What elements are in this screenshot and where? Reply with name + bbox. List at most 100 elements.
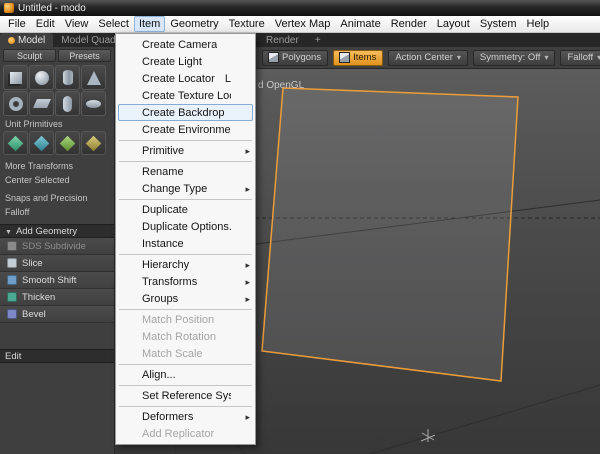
toolbox-row[interactable]: Center Selected (3, 173, 111, 187)
modo-app-icon[interactable] (4, 3, 14, 13)
unit-primitive-icon-2[interactable] (29, 131, 54, 155)
layout-tab-label: Model (18, 35, 45, 46)
toolbox-row[interactable]: Falloff (3, 205, 111, 219)
menu-item[interactable]: Duplicate Options... (116, 218, 255, 235)
geometry-tool-icon (7, 309, 17, 319)
menu-item[interactable]: Set Reference System (116, 387, 255, 404)
viewport-dropdown[interactable]: Symmetry: Off (473, 50, 556, 66)
window-title: Untitled - modo (18, 3, 86, 14)
menu-item[interactable]: Create Texture Locator (116, 87, 255, 104)
disc-icon[interactable] (81, 91, 106, 116)
menu-item[interactable]: Create Backdrop (118, 104, 253, 121)
unit-primitive-icon-1[interactable] (3, 131, 28, 155)
torus-icon[interactable] (3, 91, 28, 116)
menu-item-label: Hierarchy (142, 259, 189, 271)
geometry-tool-label: Smooth Shift (22, 275, 76, 286)
menubar-item[interactable]: Item (134, 16, 165, 32)
menubar-item[interactable]: View (60, 16, 94, 32)
primitive-tool-grid (3, 65, 111, 116)
menu-item[interactable]: Transforms (116, 273, 255, 290)
menubar-item[interactable]: Texture (224, 16, 270, 32)
menu-item[interactable]: Create Environment (116, 121, 255, 138)
layout-tab-icon (8, 37, 15, 44)
menubar-item[interactable]: Layout (432, 16, 475, 32)
viewport-dropdown[interactable]: Falloff (560, 50, 600, 66)
geometry-tool-button[interactable]: Slice (0, 255, 114, 272)
menubar-item[interactable]: Help (522, 16, 555, 32)
menu-item[interactable]: Create Light (116, 53, 255, 70)
viewport-mode-button[interactable]: Polygons (262, 50, 328, 66)
titlebar[interactable]: Untitled - modo (0, 0, 600, 16)
menubar-item[interactable]: Animate (335, 16, 385, 32)
viewport-dropdown[interactable]: Action Center (388, 50, 468, 66)
menu-item[interactable]: Match Position (116, 311, 255, 328)
menu-item[interactable]: Groups (116, 290, 255, 307)
menubar-item[interactable]: Geometry (165, 16, 223, 32)
geometry-tool-button[interactable]: SDS Subdivide (0, 238, 114, 255)
unit-primitive-icon-4[interactable] (81, 131, 106, 155)
menu-item[interactable]: Primitive (116, 142, 255, 159)
menubar-item[interactable]: Vertex Map (270, 16, 336, 32)
menu-item[interactable]: Rename (116, 163, 255, 180)
menu-item[interactable]: Deformers (116, 408, 255, 425)
viewport-mode-label: Items (353, 52, 376, 63)
snap-rows: Snaps and PrecisionFalloff (3, 191, 111, 219)
unit-primitive-icon-3[interactable] (55, 131, 80, 155)
menu-separator (116, 362, 255, 366)
geometry-tool-label: Thicken (22, 292, 55, 303)
menu-item-label: Match Scale (142, 348, 203, 360)
toolbox-top-tabs: SculptPresets (3, 49, 111, 62)
toolbox-row[interactable]: Snaps and Precision (3, 191, 111, 205)
menu-item-shortcut: L (225, 73, 239, 85)
geometry-tool-icon (7, 275, 17, 285)
toolbox-row[interactable]: More Transforms (3, 159, 111, 173)
layout-tab[interactable]: Model Quad (53, 33, 123, 47)
menubar-item[interactable]: Select (93, 16, 134, 32)
geometry-tool-button[interactable]: Thicken (0, 289, 114, 306)
menubar-item[interactable]: Edit (31, 16, 60, 32)
submenu-arrow-icon (239, 276, 250, 288)
menu-item-label: Transforms (142, 276, 197, 288)
edit-header[interactable]: Edit (0, 349, 114, 363)
geometry-tool-label: SDS Subdivide (22, 241, 86, 252)
menu-item[interactable]: Match Rotation (116, 328, 255, 345)
cone-icon[interactable] (81, 65, 106, 90)
menu-item-label: Create Camera (142, 39, 217, 51)
cylinder-icon[interactable] (55, 65, 80, 90)
layout-tab[interactable]: Render (258, 33, 307, 47)
menubar-item[interactable]: File (3, 16, 31, 32)
menu-item[interactable]: Instance (116, 235, 255, 252)
menu-item[interactable]: Change Type (116, 180, 255, 197)
layout-tab[interactable]: Model (0, 33, 53, 47)
add-geometry-header[interactable]: Add Geometry (0, 224, 114, 238)
menu-item[interactable]: Add Replicator (116, 425, 255, 442)
backdrop-plane[interactable] (262, 88, 518, 381)
menu-item-label: Create Locator (142, 73, 215, 85)
menubar-item[interactable]: System (475, 16, 522, 32)
menubar: FileEditViewSelectItemGeometryTextureVer… (0, 16, 600, 33)
capsule-icon[interactable] (55, 91, 80, 116)
toolbox-tab-button[interactable]: Sculpt (3, 49, 56, 62)
menu-item[interactable]: Create Camera (116, 36, 255, 53)
submenu-arrow-icon (239, 411, 250, 423)
layout-tab[interactable]: + (307, 33, 329, 47)
layout-tab-label: Render (266, 35, 299, 46)
cube-icon[interactable] (3, 65, 28, 90)
plane-icon[interactable] (29, 91, 54, 116)
sphere-icon[interactable] (29, 65, 54, 90)
menu-item[interactable]: Match Scale (116, 345, 255, 362)
viewport-mode-button[interactable]: Items (333, 50, 383, 66)
menubar-item[interactable]: Render (386, 16, 432, 32)
menu-item-label: Add Replicator (142, 428, 214, 440)
menu-separator (116, 138, 255, 142)
geometry-tool-label: Slice (22, 258, 43, 269)
menu-item[interactable]: Hierarchy (116, 256, 255, 273)
menu-item[interactable]: Align... (116, 366, 255, 383)
geometry-tool-button[interactable]: Bevel (0, 306, 114, 323)
menu-item[interactable]: Create Locator L (116, 70, 255, 87)
selection-mode-group: Polygons Items (262, 50, 383, 66)
toolbox-tab-button[interactable]: Presets (58, 49, 111, 62)
geometry-tool-label: Bevel (22, 309, 46, 320)
geometry-tool-button[interactable]: Smooth Shift (0, 272, 114, 289)
menu-item[interactable]: Duplicate (116, 201, 255, 218)
